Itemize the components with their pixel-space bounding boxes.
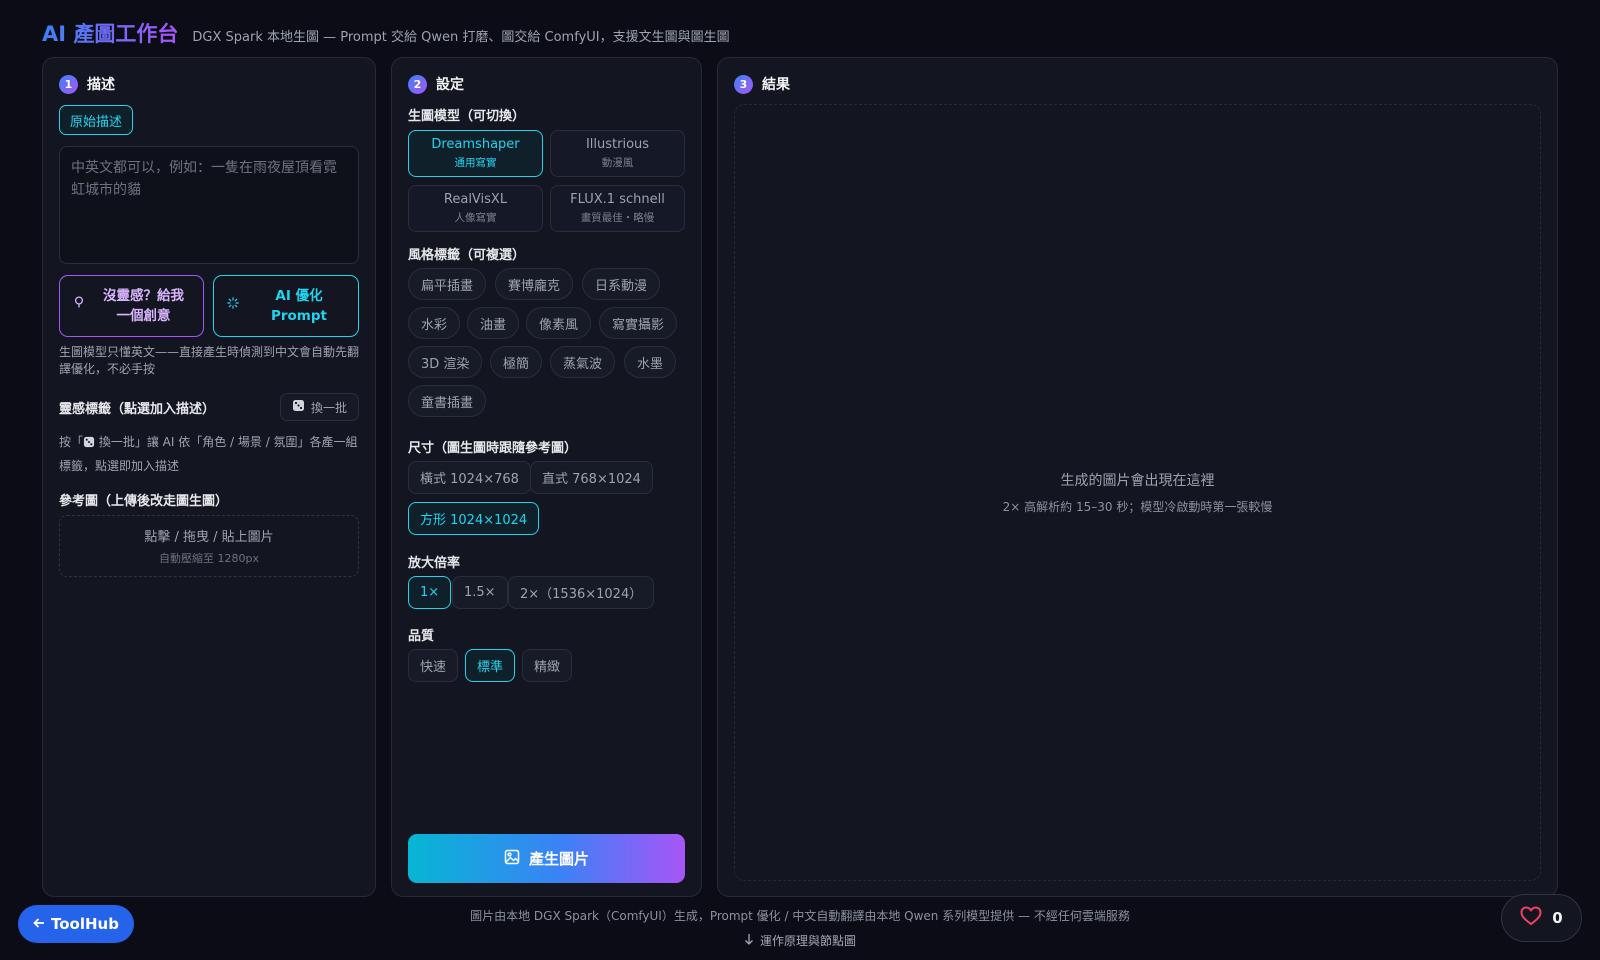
lightbulb-icon (74, 296, 84, 316)
quality-option-standard[interactable]: 標準 (465, 649, 516, 682)
arrow-down-icon (744, 933, 754, 948)
how-it-works-link[interactable]: 運作原理與節點圖 (0, 932, 1600, 949)
style-chip[interactable]: 賽博龐克 (495, 268, 574, 300)
style-chip[interactable]: 3D 渲染 (408, 346, 483, 378)
dice-icon (292, 399, 305, 415)
inspire-me-button[interactable]: 沒靈感？給我一個創意 (59, 275, 204, 337)
like-button[interactable]: 0 (1501, 894, 1582, 942)
model-name: Dreamshaper (431, 137, 520, 152)
upscale-option-2x[interactable]: 2×（1536×1024） (508, 576, 655, 609)
generate-image-button[interactable]: 產生圖片 (408, 834, 685, 883)
step-header: 1 描述 (59, 74, 115, 94)
reference-image-label: 參考圖（上傳後改走圖生圖） (59, 494, 229, 509)
spinner-icon (227, 296, 239, 316)
heart-icon (1520, 906, 1542, 930)
model-name: RealVisXL (443, 192, 508, 207)
toolhub-button[interactable]: ToolHub (18, 905, 134, 943)
step-header: 2 設定 (408, 74, 464, 94)
style-chip[interactable]: 水墨 (624, 346, 677, 378)
upscale-option-1-5x[interactable]: 1.5× (452, 576, 508, 609)
model-description: 動漫風 (601, 157, 634, 169)
step-title: 結果 (762, 77, 790, 93)
step-title: 設定 (436, 77, 464, 93)
arrow-left-icon (33, 915, 45, 933)
quality-option-fast[interactable]: 快速 (408, 649, 459, 682)
image-icon (504, 849, 520, 869)
model-description: 畫質最佳・略慢 (580, 212, 655, 224)
quality-label: 品質 (408, 629, 435, 644)
model-name: FLUX.1 schnell (570, 192, 665, 207)
model-option-illustrious[interactable]: Illustrious 動漫風 (550, 130, 685, 177)
style-tags-label: 風格標籤（可複選） (408, 248, 526, 263)
style-chip[interactable]: 寫實攝影 (599, 307, 678, 339)
shuffle-tags-button[interactable]: 換一批 (280, 393, 359, 421)
app-subtitle: DGX Spark 本地生圖 — Prompt 交給 Qwen 打磨、圖交給 C… (192, 30, 730, 45)
style-chip[interactable]: 蒸氣波 (550, 346, 616, 378)
model-option-flux[interactable]: FLUX.1 schnell 畫質最佳・略慢 (550, 185, 685, 232)
dice-icon (83, 435, 95, 449)
inspiration-tags-label: 靈感標籤（點選加入描述） (59, 402, 216, 417)
step-number: 2 (408, 74, 427, 94)
tab-original-description[interactable]: 原始描述 (59, 105, 134, 135)
step-title: 描述 (87, 77, 115, 93)
style-chip[interactable]: 日系動漫 (582, 268, 661, 300)
model-description: 人像寫實 (454, 212, 497, 224)
result-image-area: 生成的圖片會出現在這裡 2× 高解析約 15–30 秒；模型冷啟動時第一張較慢 (734, 104, 1541, 881)
model-name: Illustrious (585, 137, 650, 152)
size-option-square[interactable]: 方形 1024×1024 (408, 502, 540, 535)
step-number: 3 (734, 74, 753, 94)
settings-panel: 2 設定 生圖模型（可切換） Dreamshaper 通用寫實 Illustri… (391, 57, 702, 897)
header: AI 產圖工作台 DGX Spark 本地生圖 — Prompt 交給 Qwen… (42, 18, 730, 48)
toolhub-label: ToolHub (51, 915, 119, 933)
size-option-portrait[interactable]: 直式 768×1024 (530, 461, 653, 494)
inspire-me-label: 沒靈感？給我一個創意 (103, 288, 184, 324)
step-number: 1 (59, 74, 78, 94)
description-panel: 1 描述 原始描述 沒靈感？給我一個創意 AI 優化 Prompt 生圖模型只懂… (42, 57, 376, 897)
model-option-realvisxl[interactable]: RealVisXL 人像寫實 (408, 185, 543, 232)
style-chip[interactable]: 童書插畫 (408, 385, 487, 417)
shuffle-label: 換一批 (310, 400, 347, 415)
size-label: 尺寸（圖生圖時跟隨參考圖） (408, 441, 578, 456)
result-placeholder-note: 2× 高解析約 15–30 秒；模型冷啟動時第一張較慢 (1002, 500, 1273, 514)
size-option-landscape[interactable]: 橫式 1024×768 (408, 461, 531, 494)
style-chip[interactable]: 水彩 (408, 307, 461, 339)
upscale-option-1x[interactable]: 1× (408, 576, 452, 609)
inspiration-hint: 按「 換一批」讓 AI 依「角色 / 場景 / 氛圍」各產一組標籤，點選即加入描… (59, 435, 358, 473)
like-count: 0 (1552, 909, 1563, 927)
footer-info: 圖片由本地 DGX Spark（ComfyUI）生成，Prompt 優化 / 中… (470, 909, 1130, 923)
translate-hint: 生圖模型只懂英文——直接產生時偵測到中文會自動先翻譯優化，不必手按 (59, 345, 360, 376)
model-label: 生圖模型（可切換） (408, 109, 526, 124)
how-it-works-label: 運作原理與節點圖 (759, 934, 856, 948)
style-chip[interactable]: 扁平插畫 (408, 268, 487, 300)
description-textarea[interactable] (59, 146, 359, 264)
style-chip[interactable]: 極簡 (490, 346, 543, 378)
style-chip[interactable]: 油畫 (467, 307, 520, 339)
quality-option-fine[interactable]: 精緻 (522, 649, 573, 682)
result-placeholder: 生成的圖片會出現在這裡 (1060, 473, 1215, 489)
reference-image-dropzone[interactable]: 點擊 / 拖曳 / 貼上圖片 自動壓縮至 1280px (59, 515, 359, 577)
result-panel: 3 結果 生成的圖片會出現在這裡 2× 高解析約 15–30 秒；模型冷啟動時第… (717, 57, 1558, 897)
style-chip[interactable]: 像素風 (526, 307, 592, 339)
upscale-label: 放大倍率 (408, 556, 461, 571)
model-option-dreamshaper[interactable]: Dreamshaper 通用寫實 (408, 130, 543, 177)
ai-optimize-button[interactable]: AI 優化 Prompt (213, 275, 359, 337)
app-title: AI 產圖工作台 (42, 18, 178, 48)
dropzone-instruction: 點擊 / 拖曳 / 貼上圖片 (144, 530, 274, 545)
dropzone-note: 自動壓縮至 1280px (159, 552, 259, 565)
ai-optimize-label: AI 優化 Prompt (270, 288, 327, 324)
generate-image-label: 產生圖片 (528, 850, 589, 868)
step-header: 3 結果 (734, 74, 790, 94)
model-description: 通用寫實 (454, 157, 497, 169)
